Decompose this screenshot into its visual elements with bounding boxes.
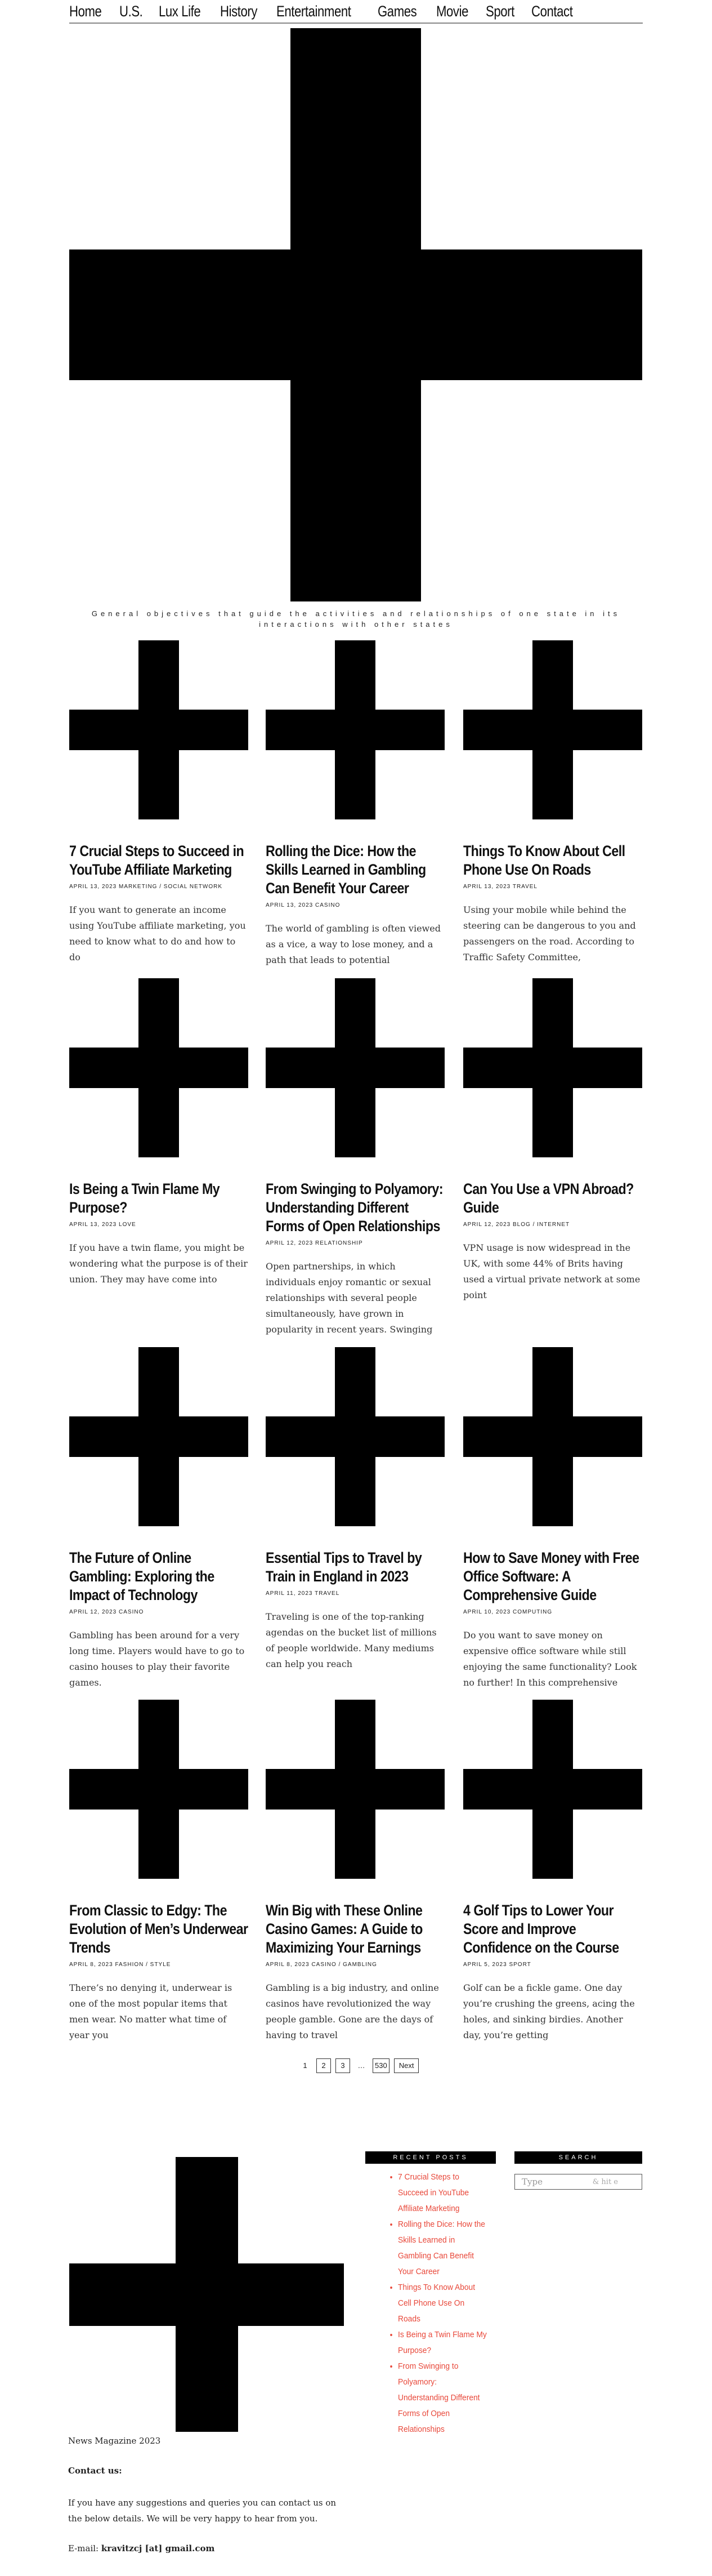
post-meta: APRIL 8, 2023 CASINO / GAMBLING <box>266 1962 377 1968</box>
nav-home[interactable]: Home <box>69 3 102 20</box>
post-meta: APRIL 13, 2023 TRAVEL <box>463 884 538 890</box>
nav-movie[interactable]: Movie <box>436 3 468 20</box>
top-navigation: Home U.S. Lux Life History Entertainment… <box>69 0 643 24</box>
recent-posts-widget: RECENT POSTS 7 Crucial Steps to Succeed … <box>365 2151 496 2437</box>
post-excerpt: Do you want to save money on expensive o… <box>463 1630 637 1688</box>
footer-contact-text: If you have any suggestions and queries … <box>68 2498 337 2524</box>
recent-post-link[interactable]: Is Being a Twin Flame My Purpose? <box>398 2327 488 2359</box>
page-link-2[interactable]: 2 <box>316 2058 331 2073</box>
post-card: Is Being a Twin Flame My Purpose? APRIL … <box>69 978 248 1287</box>
footer-image <box>69 2157 344 2432</box>
post-thumbnail[interactable] <box>266 978 445 1157</box>
post-excerpt: If you have a twin flame, you might be w… <box>69 1242 248 1285</box>
post-thumbnail[interactable] <box>69 640 248 819</box>
post-excerpt: Golf can be a fickle game. One day you’r… <box>463 1982 635 2040</box>
post-title[interactable]: Is Being a Twin Flame My Purpose? <box>69 1180 248 1217</box>
post-title[interactable]: 7 Crucial Steps to Succeed in YouTube Af… <box>69 842 248 879</box>
post-thumbnail[interactable] <box>266 1347 445 1526</box>
post-card: From Classic to Edgy: The Evolution of M… <box>69 1700 248 2043</box>
post-meta: APRIL 5, 2023 SPORT <box>463 1962 531 1968</box>
post-thumbnail[interactable] <box>266 1700 445 1879</box>
post-thumbnail[interactable] <box>266 640 445 819</box>
post-card: How to Save Money with Free Office Softw… <box>463 1347 642 1691</box>
post-excerpt: Open partnerships, in which individuals … <box>266 1261 433 1335</box>
page-link-3[interactable]: 3 <box>335 2058 350 2073</box>
email-label: E-mail: <box>68 2543 99 2553</box>
post-title[interactable]: How to Save Money with Free Office Softw… <box>463 1549 642 1605</box>
post-meta: APRIL 10, 2023 COMPUTING <box>463 1609 553 1615</box>
recent-post-link[interactable]: 7 Crucial Steps to Succeed in YouTube Af… <box>398 2169 488 2217</box>
post-meta: APRIL 13, 2023 MARKETING / SOCIAL NETWOR… <box>69 884 222 890</box>
post-title[interactable]: Rolling the Dice: How the Skills Learned… <box>266 842 445 898</box>
post-card: 4 Golf Tips to Lower Your Score and Impr… <box>463 1700 642 2043</box>
post-excerpt: Gambling has been around for a very long… <box>69 1630 245 1688</box>
page-link-last[interactable]: 530 <box>373 2058 389 2073</box>
nav-history[interactable]: History <box>220 3 257 20</box>
post-meta: APRIL 13, 2023 LOVE <box>69 1222 136 1228</box>
post-title[interactable]: Can You Use a VPN Abroad? Guide <box>463 1180 642 1217</box>
post-card: Essential Tips to Travel by Train in Eng… <box>266 1347 445 1672</box>
nav-contact[interactable]: Contact <box>531 3 573 20</box>
hero-image[interactable] <box>69 28 642 601</box>
post-title[interactable]: 4 Golf Tips to Lower Your Score and Impr… <box>463 1901 642 1957</box>
post-thumbnail[interactable] <box>463 978 642 1157</box>
post-thumbnail[interactable] <box>463 640 642 819</box>
post-excerpt: VPN usage is now widespread in the UK, w… <box>463 1242 641 1300</box>
post-title[interactable]: From Swinging to Polyamory: Understandin… <box>266 1180 445 1236</box>
post-card: Things To Know About Cell Phone Use On R… <box>463 640 642 965</box>
post-meta: APRIL 11, 2023 TRAVEL <box>266 1590 340 1597</box>
search-widget: SEARCH Type & hit e <box>514 2151 642 2190</box>
recent-post-link[interactable]: From Swinging to Polyamory: Understandin… <box>398 2359 488 2437</box>
post-card: Can You Use a VPN Abroad? Guide APRIL 12… <box>463 978 642 1303</box>
post-card: 7 Crucial Steps to Succeed in YouTube Af… <box>69 640 248 965</box>
contact-heading: Contact us: <box>68 2466 122 2476</box>
recent-post-link[interactable]: Rolling the Dice: How the Skills Learned… <box>398 2217 488 2280</box>
post-thumbnail[interactable] <box>69 978 248 1157</box>
post-meta: APRIL 12, 2023 CASINO <box>69 1609 144 1615</box>
hero-caption: General objectives that guide the activi… <box>91 609 621 629</box>
post-title[interactable]: Essential Tips to Travel by Train in Eng… <box>266 1549 445 1586</box>
post-thumbnail[interactable] <box>69 1700 248 1879</box>
post-card: Rolling the Dice: How the Skills Learned… <box>266 640 445 968</box>
footer-contact-heading: Contact us: <box>68 2466 122 2476</box>
post-excerpt: Using your mobile while behind the steer… <box>463 904 636 962</box>
next-page-button[interactable]: Next <box>393 2058 419 2073</box>
footer-site-name: News Magazine 2023 <box>68 2436 161 2446</box>
search-title: SEARCH <box>514 2151 642 2164</box>
post-thumbnail[interactable] <box>69 1347 248 1526</box>
post-title[interactable]: From Classic to Edgy: The Evolution of M… <box>69 1901 248 1957</box>
page-current: 1 <box>303 2061 307 2070</box>
nav-lux-life[interactable]: Lux Life <box>159 3 201 20</box>
email-value[interactable]: kravitzcj [at] gmail.com <box>101 2543 214 2553</box>
search-placeholder: Type <box>522 2177 543 2187</box>
post-excerpt: There’s no denying it, underwear is one … <box>69 1982 232 2040</box>
post-meta: APRIL 12, 2023 BLOG / INTERNET <box>463 1222 570 1228</box>
post-card: From Swinging to Polyamory: Understandin… <box>266 978 445 1338</box>
post-card: Win Big with These Online Casino Games: … <box>266 1700 445 2043</box>
recent-post-link[interactable]: Things To Know About Cell Phone Use On R… <box>398 2280 488 2327</box>
nav-games[interactable]: Games <box>378 3 417 20</box>
page-ellipsis: … <box>357 2061 365 2070</box>
search-input[interactable]: Type & hit e <box>514 2174 642 2190</box>
pagination: 1 2 3 … 530 Next <box>298 2058 419 2073</box>
post-meta: APRIL 13, 2023 CASINO <box>266 902 341 908</box>
post-excerpt: Traveling is one of the top-ranking agen… <box>266 1611 437 1669</box>
post-meta: APRIL 8, 2023 FASHION / STYLE <box>69 1962 171 1968</box>
post-meta: APRIL 12, 2023 RELATIONSHIP <box>266 1240 363 1246</box>
post-thumbnail[interactable] <box>463 1700 642 1879</box>
post-excerpt: The world of gambling is often viewed as… <box>266 923 441 965</box>
nav-us[interactable]: U.S. <box>119 3 143 20</box>
nav-entertainment[interactable]: Entertainment <box>276 3 351 20</box>
post-thumbnail[interactable] <box>463 1347 642 1526</box>
search-hint: & hit e <box>592 2177 618 2186</box>
post-excerpt: Gambling is a big industry, and online c… <box>266 1982 439 2040</box>
recent-posts-title: RECENT POSTS <box>365 2151 496 2164</box>
post-excerpt: If you want to generate an income using … <box>69 904 246 962</box>
post-title[interactable]: The Future of Online Gambling: Exploring… <box>69 1549 248 1605</box>
post-title[interactable]: Things To Know About Cell Phone Use On R… <box>463 842 642 879</box>
footer-email: E-mail: kravitzcj [at] gmail.com <box>68 2543 214 2553</box>
post-card: The Future of Online Gambling: Exploring… <box>69 1347 248 1691</box>
post-title[interactable]: Win Big with These Online Casino Games: … <box>266 1901 445 1957</box>
nav-sport[interactable]: Sport <box>486 3 514 20</box>
